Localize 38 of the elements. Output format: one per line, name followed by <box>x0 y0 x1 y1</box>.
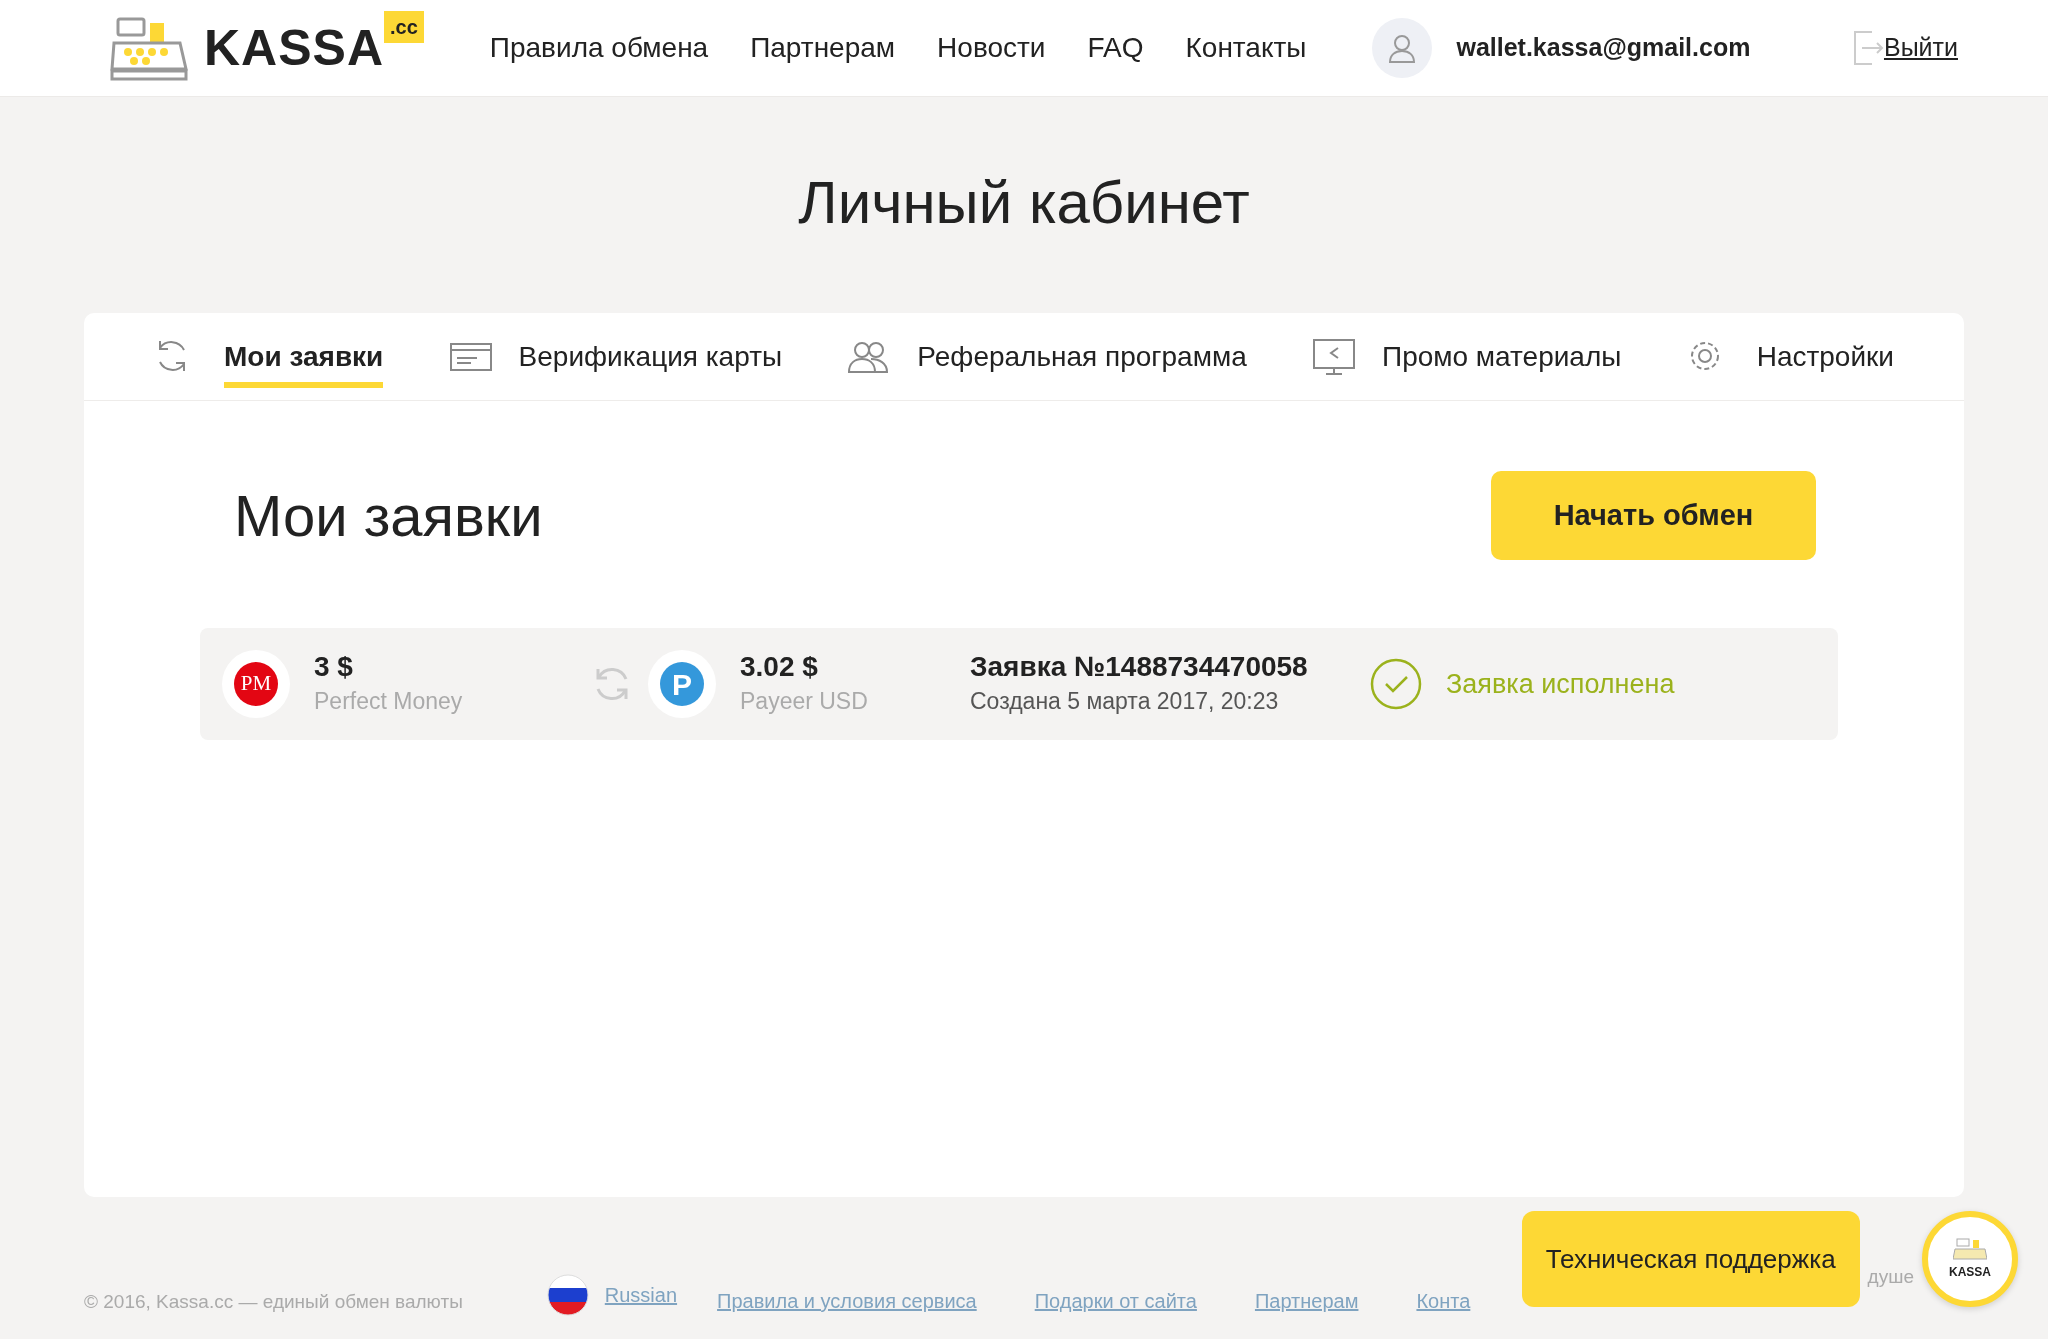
nav-link[interactable]: Партнерам <box>750 27 896 69</box>
payment-system: Perfect Money <box>314 686 463 716</box>
currency-logo: PM <box>222 650 290 718</box>
order-date: Создана 5 марта 2017, 20:23 <box>970 686 1280 716</box>
order-number: Заявка №1488734470058 <box>970 649 1309 684</box>
nav-link[interactable]: Контакты <box>1185 27 1307 69</box>
user-icon <box>1388 33 1417 63</box>
nav-link[interactable]: FAQ <box>1087 27 1144 69</box>
tab[interactable]: Промо материалы <box>1312 312 1622 401</box>
order-status: Заявка исполнена <box>1446 667 1675 701</box>
logo-badge: .cc <box>384 11 424 43</box>
section-title: Мои заявки <box>234 481 543 550</box>
russian-flag-icon <box>546 1274 589 1316</box>
page-title: Личный кабинет <box>797 168 1251 238</box>
logout-link[interactable]: Выйти <box>1883 29 1958 67</box>
cash-register-icon <box>110 15 188 81</box>
nav-link[interactable]: Правила обмена <box>489 27 709 69</box>
order-row[interactable]: PM 3 $ Perfect Money P 3.02 $ Payeer USD Заявка №1488734470058 Создана 5 марта 2017, 20:23 Заявка исполнена <box>200 628 1838 740</box>
tab[interactable]: Мои заявки <box>154 312 384 401</box>
amount: 3 $ <box>314 649 354 684</box>
payment-system: Payeer USD <box>740 686 868 716</box>
logout-icon <box>1851 30 1884 66</box>
logo-text: KASSA <box>1949 1264 1991 1281</box>
tab[interactable]: Реферальная программа <box>847 312 1247 401</box>
logo-text: KASSA <box>204 23 385 73</box>
amount: 3.02 $ <box>740 649 819 684</box>
support-chat-tooltip[interactable]: Техническая поддержка <box>1521 1211 1860 1307</box>
tab[interactable]: Настройки <box>1686 312 1894 401</box>
tab[interactable]: Верификация карты <box>448 312 783 401</box>
user-email: wallet.kassa@gmail.com <box>1456 32 1751 64</box>
cash-register-icon <box>1953 1237 1987 1263</box>
nav-link[interactable]: Новости <box>937 27 1046 69</box>
currency-logo: P <box>648 650 716 718</box>
support-avatar[interactable]: KASSA <box>1922 1211 2018 1307</box>
start-exchange-button[interactable]: Начать обмен <box>1491 471 1816 560</box>
copyright-text: © 2016, Kassa.cc — единый обмен валюты <box>84 1289 463 1314</box>
monitor-icon <box>1312 337 1356 376</box>
footer-text: душе <box>1867 1264 1914 1289</box>
